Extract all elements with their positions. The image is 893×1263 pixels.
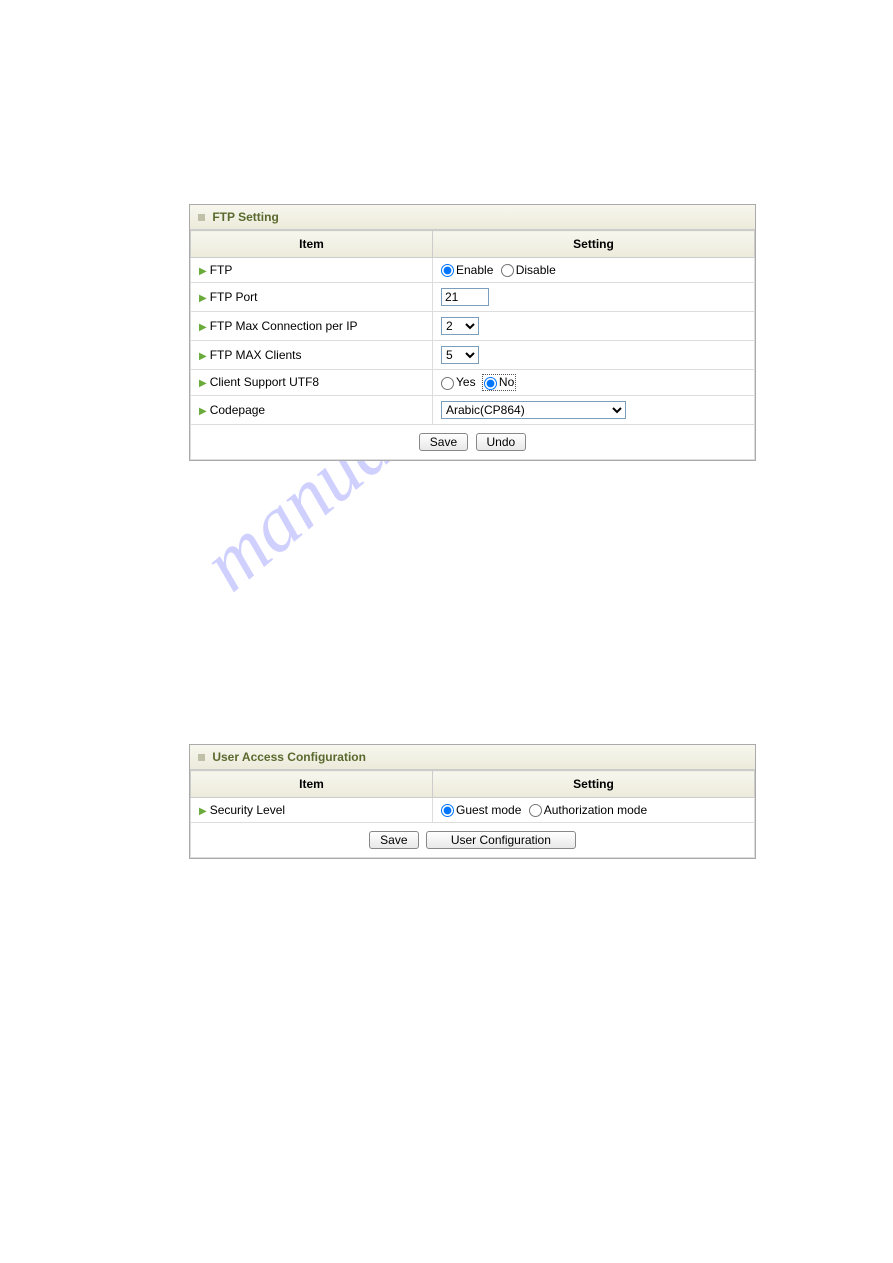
triangle-icon: ▶ xyxy=(199,378,207,389)
ftp-port-input[interactable] xyxy=(441,288,489,306)
ftp-setting-panel: FTP Setting Item Setting ▶FTP Enable Dis… xyxy=(189,204,756,461)
triangle-icon: ▶ xyxy=(199,406,207,417)
triangle-icon: ▶ xyxy=(199,266,207,277)
ftp-maxclients-row: ▶FTP MAX Clients 5 xyxy=(191,341,755,370)
utf8-no-focus-box: No xyxy=(483,375,515,389)
user-panel-title-text: User Access Configuration xyxy=(212,750,366,764)
triangle-icon: ▶ xyxy=(199,322,207,333)
ftp-header-item: Item xyxy=(191,231,433,258)
ftp-port-row: ▶FTP Port xyxy=(191,283,755,312)
user-configuration-button[interactable]: User Configuration xyxy=(426,831,576,849)
panel-bullet-icon xyxy=(198,214,205,221)
auth-mode-radio[interactable] xyxy=(529,804,542,817)
ftp-enable-radio[interactable] xyxy=(441,264,454,277)
user-panel-title: User Access Configuration xyxy=(190,745,755,770)
security-label: Security Level xyxy=(210,803,285,817)
auth-mode-label: Authorization mode xyxy=(544,803,647,817)
ftp-header-setting: Setting xyxy=(433,231,755,258)
ftp-utf8-label: Client Support UTF8 xyxy=(210,375,319,389)
ftp-enable-label: Enable xyxy=(456,263,493,277)
ftp-panel-title: FTP Setting xyxy=(190,205,755,230)
ftp-maxclients-select[interactable]: 5 xyxy=(441,346,479,364)
user-access-panel: User Access Configuration Item Setting ▶… xyxy=(189,744,756,859)
user-table: Item Setting ▶Security Level Guest mode … xyxy=(190,770,755,858)
panel-bullet-icon xyxy=(198,754,205,761)
security-row: ▶Security Level Guest mode Authorization… xyxy=(191,798,755,823)
user-header-item: Item xyxy=(191,771,433,798)
ftp-disable-label: Disable xyxy=(516,263,556,277)
triangle-icon: ▶ xyxy=(199,351,207,362)
ftp-codepage-row: ▶Codepage Arabic(CP864) xyxy=(191,395,755,424)
ftp-label: FTP xyxy=(210,263,233,277)
ftp-table: Item Setting ▶FTP Enable Disable ▶FTP Po… xyxy=(190,230,755,460)
utf8-yes-radio[interactable] xyxy=(441,377,454,390)
ftp-utf8-row: ▶Client Support UTF8 Yes No xyxy=(191,370,755,395)
save-button[interactable]: Save xyxy=(419,433,468,451)
utf8-yes-label: Yes xyxy=(456,375,476,389)
ftp-row: ▶FTP Enable Disable xyxy=(191,258,755,283)
ftp-maxclients-label: FTP MAX Clients xyxy=(210,348,302,362)
ftp-port-label: FTP Port xyxy=(210,290,258,304)
save-button[interactable]: Save xyxy=(369,831,418,849)
user-button-row: Save User Configuration xyxy=(191,823,755,858)
ftp-button-row: Save Undo xyxy=(191,424,755,459)
ftp-codepage-label: Codepage xyxy=(210,403,265,417)
guest-mode-label: Guest mode xyxy=(456,803,521,817)
ftp-maxconn-label: FTP Max Connection per IP xyxy=(210,319,358,333)
ftp-codepage-select[interactable]: Arabic(CP864) xyxy=(441,401,626,419)
utf8-no-radio[interactable] xyxy=(484,377,497,390)
utf8-no-label: No xyxy=(499,375,514,389)
triangle-icon: ▶ xyxy=(199,293,207,304)
undo-button[interactable]: Undo xyxy=(476,433,527,451)
ftp-maxconn-select[interactable]: 2 xyxy=(441,317,479,335)
ftp-panel-title-text: FTP Setting xyxy=(212,210,278,224)
triangle-icon: ▶ xyxy=(199,806,207,817)
guest-mode-radio[interactable] xyxy=(441,804,454,817)
ftp-disable-radio[interactable] xyxy=(501,264,514,277)
ftp-maxconn-row: ▶FTP Max Connection per IP 2 xyxy=(191,312,755,341)
user-header-setting: Setting xyxy=(433,771,755,798)
